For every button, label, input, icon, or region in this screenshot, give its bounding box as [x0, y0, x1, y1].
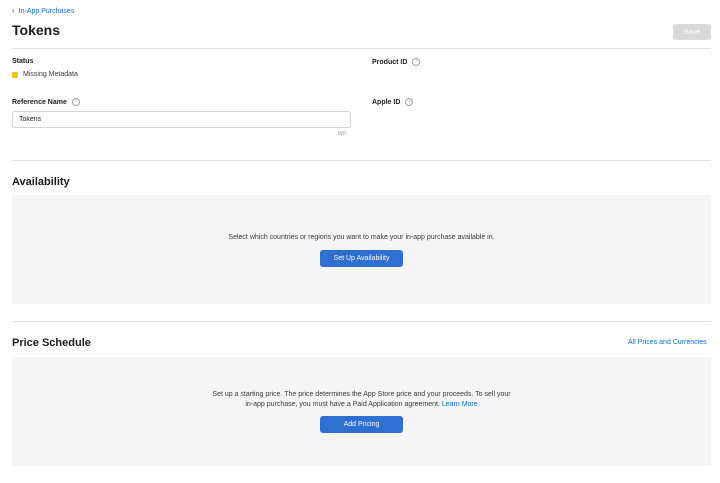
all-prices-link[interactable]: All Prices and Currencies — [628, 339, 707, 346]
description-line-2-text: in-app purchase, you must have a Paid Ap… — [245, 401, 440, 408]
divider — [12, 48, 711, 49]
price-schedule-panel — [12, 357, 711, 466]
help-icon[interactable]: ? — [405, 98, 414, 106]
price-schedule-description: Set up a starting price. The price deter… — [12, 390, 711, 410]
help-icon[interactable]: ? — [71, 98, 80, 106]
breadcrumb[interactable]: ‹ In-App Purchases — [12, 7, 74, 15]
status-text: Missing Metadata — [23, 71, 78, 78]
price-schedule-title: Price Schedule — [12, 337, 91, 349]
description-line-1: Set up a starting price. The price deter… — [212, 391, 511, 398]
reference-name-label: Reference Name ? — [12, 98, 80, 106]
description-line-2: in-app purchase, you must have a Paid Ap… — [12, 400, 711, 410]
product-id-label: Product ID ? — [372, 58, 421, 66]
status-indicator-icon — [12, 71, 18, 78]
product-id-label-text: Product ID — [372, 58, 408, 66]
divider — [12, 321, 711, 322]
page-title: Tokens — [12, 22, 60, 38]
chevron-left-icon: ‹ — [12, 6, 15, 15]
reference-name-input[interactable] — [12, 111, 351, 128]
apple-id-label-text: Apple ID — [372, 98, 401, 106]
availability-title: Availability — [12, 176, 70, 188]
learn-more-link[interactable]: Learn More — [442, 401, 478, 408]
set-up-availability-button[interactable]: Set Up Availability — [320, 250, 403, 267]
breadcrumb-link[interactable]: In-App Purchases — [19, 8, 75, 15]
help-icon[interactable]: ? — [412, 58, 421, 66]
character-count: 0/0 — [338, 131, 346, 137]
save-button[interactable]: Save — [673, 24, 711, 40]
status-value: Missing Metadata — [12, 71, 78, 78]
reference-name-label-text: Reference Name — [12, 98, 67, 106]
divider — [12, 160, 711, 161]
add-pricing-button[interactable]: Add Pricing — [320, 416, 403, 433]
status-label: Status — [12, 58, 33, 65]
availability-description: Select which countries or regions you wa… — [228, 234, 495, 241]
status-label-text: Status — [12, 58, 34, 65]
apple-id-label: Apple ID ? — [372, 98, 414, 106]
